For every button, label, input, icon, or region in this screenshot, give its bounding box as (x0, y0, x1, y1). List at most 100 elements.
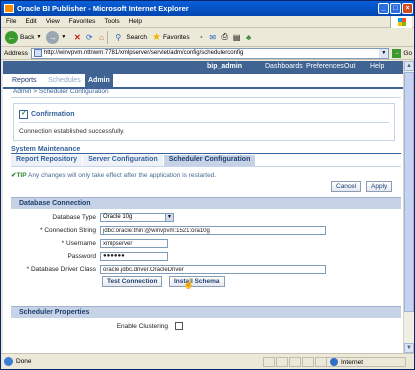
home-icon[interactable]: ⌂ (95, 31, 107, 43)
toolbar: ← Back ▼ → ▼ ✕ ⟳ ⌂ ⚲ Search ★ Favorites … (1, 28, 414, 47)
windows-logo-icon (390, 16, 412, 28)
section-title: System Maintenance (11, 146, 81, 153)
mail-icon[interactable]: ✉ (207, 31, 219, 43)
status-bar: Done Internet (1, 353, 414, 369)
search-icon: ⚲ (115, 32, 122, 42)
forward-button[interactable]: → ▼ (46, 30, 66, 44)
minimize-button[interactable]: _ (378, 3, 389, 14)
confirmation-box: Confirmation Connection established succ… (13, 103, 395, 141)
breadcrumb: Admin > Scheduler Configuration (13, 88, 109, 95)
scheduler-properties-header: Scheduler Properties (11, 306, 401, 318)
tip-label: TIP (16, 172, 27, 179)
nav-dashboards[interactable]: Dashboards (265, 63, 303, 70)
database-connection-title: Database Connection (19, 200, 91, 207)
title-bar: Oracle BI Publisher - Microsoft Internet… (1, 1, 414, 16)
history-icon[interactable]: ◔ (195, 31, 207, 43)
test-connection-button[interactable]: Test Connection (102, 276, 163, 287)
database-connection-header: Database Connection (11, 197, 401, 209)
tabs-divider (11, 166, 401, 167)
driver-class-label: * Database Driver Class (26, 266, 96, 273)
star-icon: ★ (151, 31, 161, 43)
forward-arrow-icon: → (46, 30, 60, 44)
address-url: http://winvpvm.nttnwm:7781/xmlpserver/se… (43, 50, 244, 56)
page-viewport: bip_admin Dashboards Preferences Out Hel… (3, 61, 403, 353)
maximize-button[interactable]: □ (390, 3, 401, 14)
scroll-thumb[interactable] (404, 72, 414, 312)
confirmation-divider (19, 122, 389, 123)
confirmation-header: Confirmation (19, 109, 75, 119)
go-button[interactable]: → Go (392, 48, 412, 58)
connection-string-label: * Connection String (39, 227, 96, 234)
install-schema-button[interactable]: Install Schema (169, 276, 225, 287)
scroll-down-icon[interactable]: ▼ (404, 343, 414, 353)
password-label: Password (67, 253, 96, 260)
section-rule (11, 153, 401, 154)
refresh-icon[interactable]: ⟳ (83, 31, 95, 43)
stop-icon[interactable]: ✕ (71, 31, 83, 43)
nav-preferences[interactable]: Preferences (306, 63, 344, 70)
tab-scheduler-configuration[interactable]: Scheduler Configuration (163, 155, 256, 166)
ie-page-icon (4, 357, 13, 366)
username-label: * Username (61, 240, 96, 247)
address-input[interactable]: http://winvpvm.nttnwm:7781/xmlpserver/se… (30, 47, 390, 59)
breadcrumb-divider (11, 97, 401, 98)
tab-reports[interactable]: Reports (9, 74, 40, 87)
address-bar: Address http://winvpvm.nttnwm:7781/xmlps… (1, 47, 414, 60)
status-cells (263, 357, 328, 367)
tab-report-repository[interactable]: Report Repository (11, 155, 83, 166)
edit-icon[interactable]: ▤ (231, 31, 243, 43)
tip-text: ✔TIP Any changes will only take effect a… (11, 171, 216, 179)
breadcrumb-separator: > (33, 88, 38, 95)
menu-file[interactable]: File (6, 18, 16, 25)
status-text: Done (16, 358, 32, 365)
enable-clustering-checkbox[interactable] (175, 322, 183, 330)
close-button[interactable]: × (402, 3, 413, 14)
confirmation-title: Confirmation (31, 111, 75, 118)
breadcrumb-admin[interactable]: Admin (13, 88, 31, 95)
connection-string-input[interactable] (100, 226, 326, 235)
enable-clustering-label: Enable Clustering (116, 323, 168, 330)
user-name: bip_admin (207, 63, 243, 70)
password-input[interactable]: ●●●●●● (100, 252, 168, 261)
username-input[interactable] (100, 239, 168, 248)
apply-button[interactable]: Apply (366, 181, 393, 192)
zone-label: Internet (341, 358, 364, 366)
database-type-label: Database Type (52, 214, 96, 221)
maintenance-tabs: Report Repository Server Configuration S… (11, 155, 256, 166)
menu-help[interactable]: Help (129, 18, 142, 25)
window-title: Oracle BI Publisher - Microsoft Internet… (17, 4, 189, 13)
nav-help[interactable]: Help (370, 63, 384, 70)
tab-admin[interactable]: Admin (85, 74, 113, 87)
main-tabs: Reports Schedules Admin (3, 74, 403, 87)
favorites-button[interactable]: ★ Favorites (152, 32, 190, 43)
nav-sign-out[interactable]: Out (344, 63, 355, 70)
driver-class-input[interactable] (100, 265, 326, 274)
menu-tools[interactable]: Tools (104, 18, 119, 25)
cancel-button[interactable]: Cancel (331, 181, 362, 192)
breadcrumb-current: Scheduler Configuration (38, 88, 109, 95)
check-icon (19, 109, 28, 119)
toolbar-separator (107, 30, 109, 44)
page-icon (33, 49, 42, 57)
hand-cursor-icon: ☝ (183, 279, 195, 289)
database-type-select[interactable]: Oracle 10g ▼ (100, 213, 174, 222)
tab-schedules[interactable]: Schedules (45, 74, 84, 87)
messenger-icon[interactable]: ♣ (243, 31, 255, 43)
address-dropdown-icon[interactable]: ▼ (379, 48, 389, 58)
print-icon[interactable]: ⎙ (219, 31, 231, 43)
tab-server-configuration[interactable]: Server Configuration (83, 155, 163, 166)
menu-edit[interactable]: Edit (25, 18, 36, 25)
menu-view[interactable]: View (46, 18, 60, 25)
scroll-up-icon[interactable]: ▲ (404, 61, 414, 71)
go-arrow-icon: → (392, 48, 402, 58)
vertical-scrollbar[interactable]: ▲ ▼ (403, 61, 414, 353)
search-button[interactable]: ⚲ Search (112, 31, 147, 43)
scheduler-properties-title: Scheduler Properties (19, 309, 90, 316)
app-header: bip_admin Dashboards Preferences Out Hel… (3, 61, 403, 74)
back-button[interactable]: ← Back ▼ (5, 30, 41, 44)
globe-icon (330, 358, 338, 366)
chevron-down-icon: ▼ (165, 214, 173, 221)
menu-bar: File Edit View Favorites Tools Help (1, 16, 414, 28)
tip-message: Any changes will only take effect after … (28, 172, 217, 179)
menu-favorites[interactable]: Favorites (69, 18, 96, 25)
